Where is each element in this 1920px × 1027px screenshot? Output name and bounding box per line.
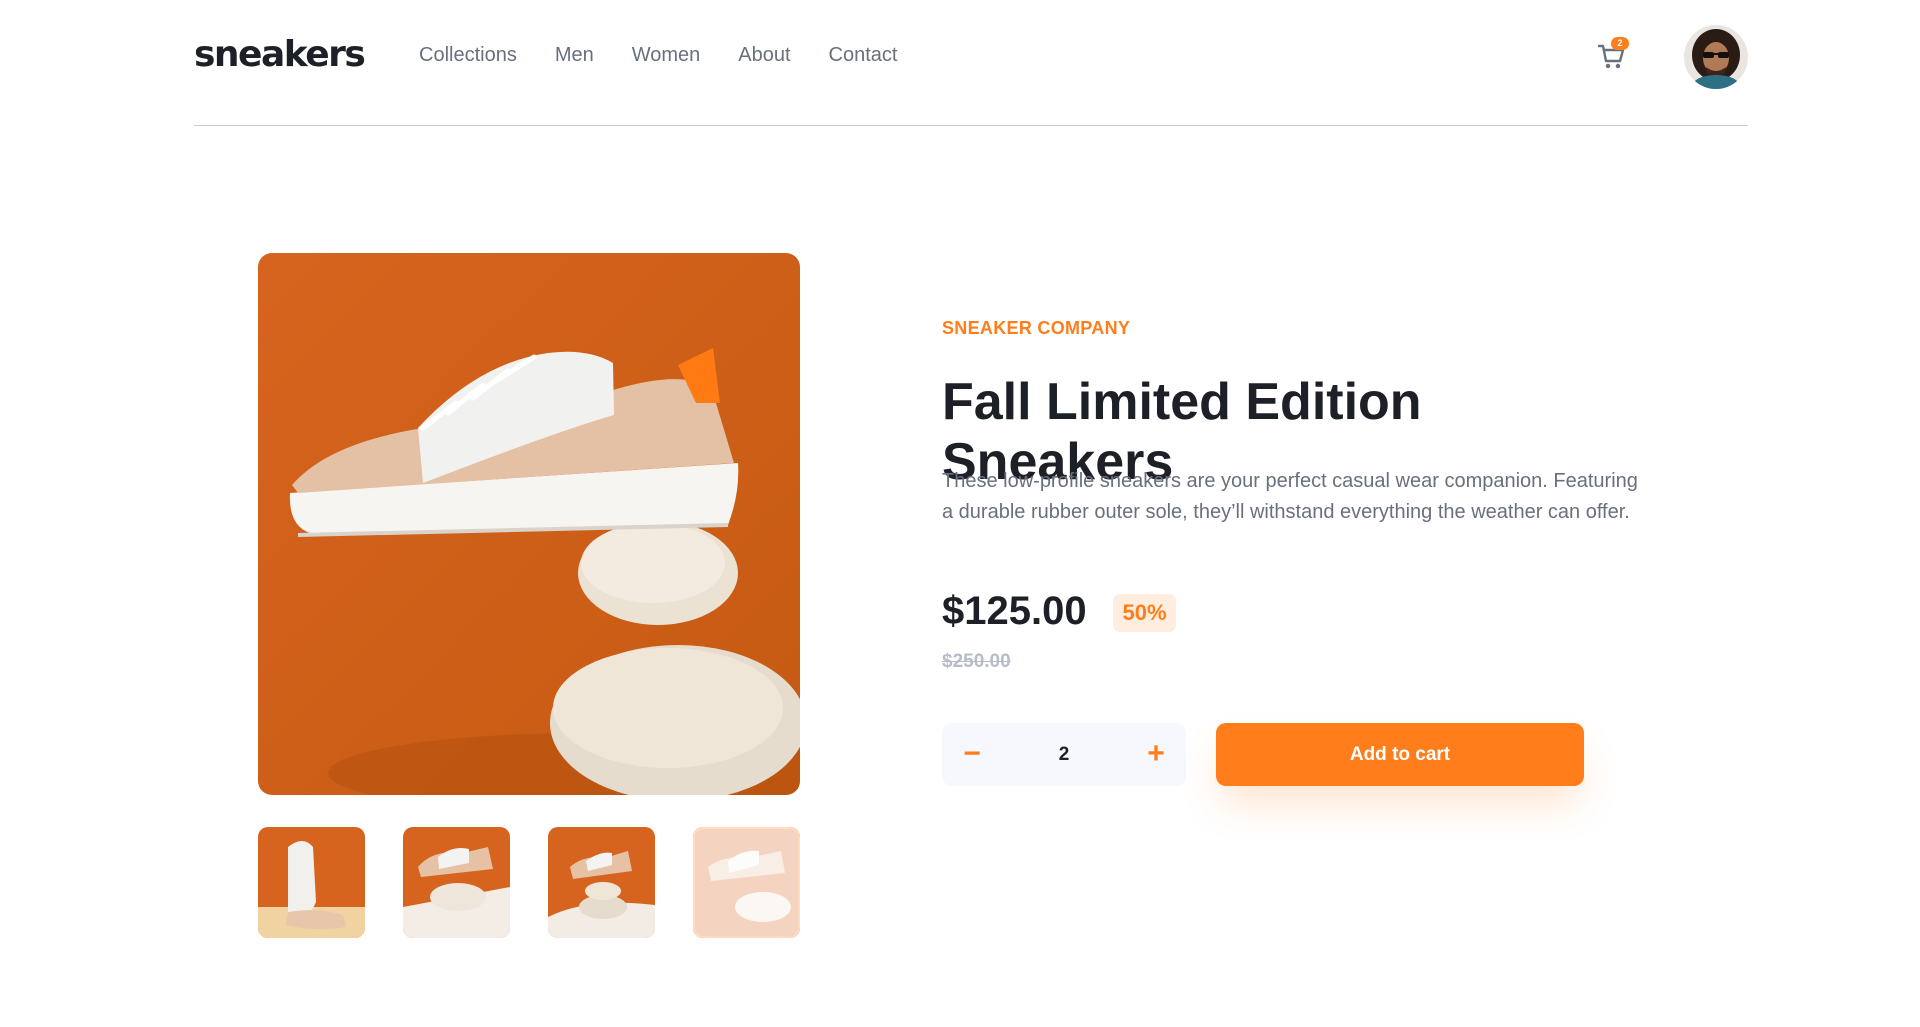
nav-collections[interactable]: Collections [419,44,517,67]
decrease-quantity-button[interactable]: − [942,723,1002,786]
nav-women[interactable]: Women [632,44,701,67]
thumbnail-4[interactable] [693,827,800,938]
plus-icon: + [1147,737,1165,770]
thumbnail-3[interactable] [548,827,655,938]
nav-contact[interactable]: Contact [829,44,898,67]
cart-button[interactable]: 2 [1597,37,1629,70]
discount-badge: 50% [1113,594,1176,632]
add-to-cart-button[interactable]: Add to cart [1216,723,1584,786]
nav-men[interactable]: Men [555,44,594,67]
logo[interactable]: sneakers [194,34,366,75]
cart-count-badge: 2 [1611,37,1629,50]
site-header: sneakers Collections Men Women About Con… [194,0,1748,126]
main-nav: Collections Men Women About Contact [419,44,935,67]
thumbnail-1[interactable] [258,827,365,938]
thumbnail-strip [258,827,800,938]
user-avatar[interactable] [1684,25,1748,89]
increase-quantity-button[interactable]: + [1126,723,1186,786]
nav-about[interactable]: About [738,44,790,67]
thumbnail-2[interactable] [403,827,510,938]
minus-icon: − [963,737,981,770]
quantity-value: 2 [1058,744,1070,765]
brand-name: SNEAKER COMPANY [942,318,1131,338]
quantity-stepper: − 2 + [942,723,1186,786]
original-price: $250.00 [942,651,1011,672]
current-price: $125.00 [942,589,1087,633]
product-main-image[interactable] [258,253,800,795]
product-description: These low-profile sneakers are your perf… [942,470,1638,523]
